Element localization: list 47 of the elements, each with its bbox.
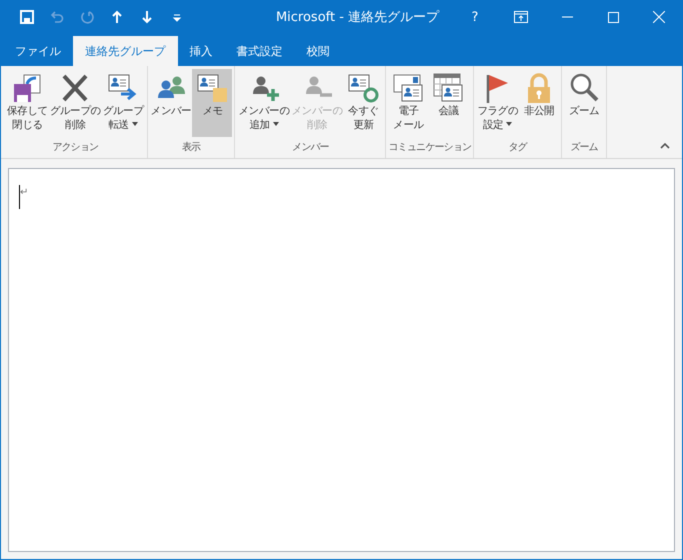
ribbon-button[interactable]: 保存して 閉じる — [6, 69, 49, 137]
email-card-icon — [392, 72, 424, 104]
group-label: 表示 — [180, 140, 202, 155]
ribbon-button[interactable]: メンバー — [150, 69, 192, 137]
dropdown-icon — [132, 122, 138, 126]
dropdown-icon — [506, 122, 512, 126]
ribbon-tab[interactable]: 書式設定 — [224, 36, 294, 66]
group-label: コミュニケーション — [388, 141, 472, 155]
ribbon-button[interactable]: グループ 転送 — [102, 69, 145, 137]
ribbon-button[interactable]: 今すぐ 更新 — [343, 69, 384, 137]
ribbon-display-icon — [514, 11, 528, 23]
search-icon — [568, 72, 600, 104]
group-label: タグ — [508, 141, 528, 155]
up-arrow-icon — [110, 10, 124, 24]
ribbon-tab[interactable]: 挿入 — [178, 36, 224, 66]
group-label: メンバー — [291, 141, 330, 155]
ribbon-tab[interactable]: ファイル — [3, 36, 73, 66]
ribbon-button[interactable]: 会議 — [428, 69, 468, 137]
notes-icon — [196, 72, 228, 104]
group-label: ズーム — [569, 141, 599, 155]
ribbon-tab[interactable]: 校閲 — [294, 36, 342, 66]
save-icon — [20, 10, 34, 24]
close-icon — [653, 11, 665, 23]
ribbon-button[interactable]: メモ — [192, 69, 232, 137]
ribbon-button[interactable]: 電子 メール — [388, 69, 428, 137]
maximize-icon — [608, 12, 618, 22]
window-title: Microsoft - 連絡先グループ — [274, 9, 440, 26]
redo-icon — [80, 10, 94, 24]
group-label: アクション — [51, 141, 100, 155]
refresh-card-icon — [347, 72, 380, 104]
chevron-up-icon — [660, 143, 670, 149]
down-arrow-icon — [140, 10, 154, 24]
notes-editor[interactable]: ↵ — [8, 168, 675, 552]
undo-icon — [50, 10, 64, 24]
ribbon-button[interactable]: ズーム — [564, 69, 604, 137]
help-button[interactable]: ? — [452, 0, 498, 34]
ribbon-button[interactable]: グループの 削除 — [48, 69, 102, 137]
dropdown-icon — [272, 122, 279, 126]
minimize-icon — [562, 16, 572, 18]
text-cursor — [19, 185, 20, 209]
ribbon-button[interactable]: メンバーの 追加 — [237, 69, 290, 137]
ribbon-tab[interactable]: 連絡先グループ — [73, 36, 178, 66]
paragraph-mark: ↵ — [20, 187, 28, 199]
save-close-icon — [11, 72, 44, 104]
ribbon-button[interactable]: フラグの 設定 — [476, 69, 520, 137]
ribbon-button[interactable]: 非公開 — [519, 69, 560, 137]
calendar-card-icon — [432, 72, 464, 104]
